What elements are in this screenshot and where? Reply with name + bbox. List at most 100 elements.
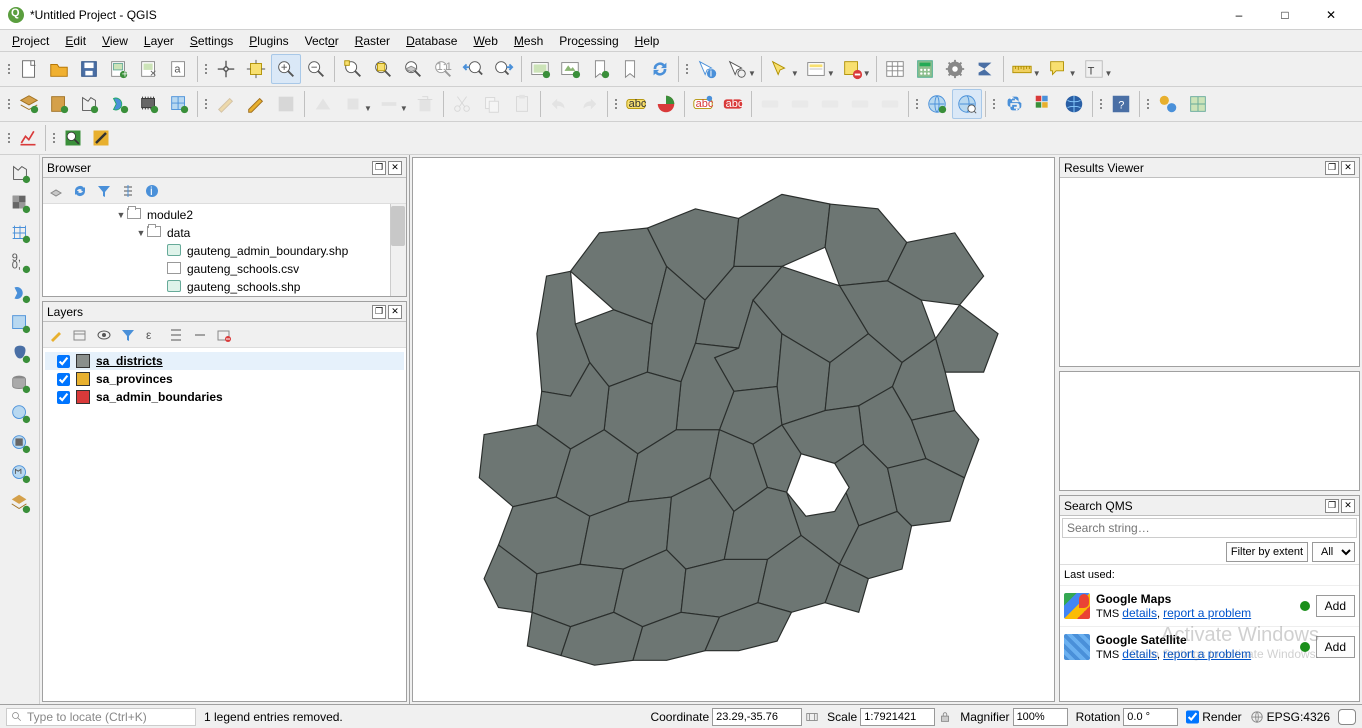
browser-item[interactable]: ▼module2 xyxy=(45,206,404,224)
add-wms-button[interactable] xyxy=(6,399,34,427)
text-annotation-button[interactable]: T xyxy=(1079,54,1109,84)
browser-tree[interactable]: ▼module2▼datagauteng_admin_boundary.shpg… xyxy=(43,204,406,296)
identify-button[interactable]: i xyxy=(692,54,722,84)
browser-item[interactable]: gauteng_schools.csv xyxy=(45,260,404,278)
add-afs-button[interactable] xyxy=(6,489,34,517)
new-spatialite-button[interactable] xyxy=(104,89,134,119)
pan-to-selection-button[interactable] xyxy=(241,54,271,84)
new-project-button[interactable] xyxy=(14,54,44,84)
minimize-button[interactable]: – xyxy=(1216,0,1262,30)
quick-chart-button[interactable] xyxy=(14,124,42,152)
add-virtual-button[interactable] xyxy=(6,309,34,337)
measure-button[interactable] xyxy=(1007,54,1037,84)
add-csv-button[interactable]: 9,0, xyxy=(6,249,34,277)
zoom-in-button[interactable] xyxy=(271,54,301,84)
qms-filter-extent-button[interactable]: Filter by extent xyxy=(1226,542,1308,562)
label-pin-button[interactable]: abc xyxy=(718,89,748,119)
scale-input[interactable] xyxy=(860,708,935,726)
add-postgis-button[interactable] xyxy=(6,339,34,367)
deselect-all-button[interactable] xyxy=(837,54,867,84)
qms-search-input[interactable] xyxy=(1062,518,1357,538)
new-map-view-button[interactable] xyxy=(525,54,555,84)
layers-remove-button[interactable] xyxy=(213,324,235,346)
browser-item[interactable]: gauteng_admin_boundary.shp xyxy=(45,242,404,260)
toggle-editing-button[interactable] xyxy=(241,89,271,119)
open-project-button[interactable] xyxy=(44,54,74,84)
new-3d-view-button[interactable] xyxy=(555,54,585,84)
layers-add-group-button[interactable] xyxy=(69,324,91,346)
add-mssql-button[interactable] xyxy=(6,369,34,397)
new-memory-button[interactable] xyxy=(134,89,164,119)
qms-filter-select[interactable]: All xyxy=(1312,542,1355,562)
layers-tree[interactable]: sa_districtssa_provincessa_admin_boundar… xyxy=(43,348,406,701)
qms-undock-button[interactable]: ❐ xyxy=(1325,499,1339,513)
browser-add-button[interactable] xyxy=(45,180,67,202)
show-bookmarks-button[interactable] xyxy=(615,54,645,84)
locator-input[interactable]: Type to locate (Ctrl+K) xyxy=(6,708,196,726)
menu-layer[interactable]: Layer xyxy=(136,32,182,50)
menu-project[interactable]: Project xyxy=(4,32,57,50)
magnifier-input[interactable] xyxy=(1013,708,1068,726)
close-button[interactable]: ✕ xyxy=(1308,0,1354,30)
zoom-to-layer-button[interactable] xyxy=(398,54,428,84)
open-attribute-table-button[interactable] xyxy=(880,54,910,84)
menu-view[interactable]: View xyxy=(94,32,136,50)
rotation-input[interactable] xyxy=(1123,708,1178,726)
menu-database[interactable]: Database xyxy=(398,32,465,50)
menu-edit[interactable]: Edit xyxy=(57,32,94,50)
layers-collapse-button[interactable] xyxy=(189,324,211,346)
new-print-layout-button[interactable]: + xyxy=(104,54,134,84)
action-button[interactable] xyxy=(722,54,752,84)
label-toolbar-abc-button[interactable]: abc xyxy=(621,89,651,119)
layer-item[interactable]: sa_districts xyxy=(45,352,404,370)
data-source-manager-button[interactable] xyxy=(14,89,44,119)
layers-close-button[interactable]: ✕ xyxy=(388,305,402,319)
zoom-native-button[interactable]: 1:1 xyxy=(428,54,458,84)
python-console-button[interactable] xyxy=(999,89,1029,119)
menu-processing[interactable]: Processing xyxy=(551,32,626,50)
results-undock-button[interactable]: ❐ xyxy=(1325,161,1339,175)
layer-visibility-checkbox[interactable] xyxy=(57,373,70,386)
style-manager-button[interactable]: a xyxy=(164,54,194,84)
browser-item[interactable]: ▼data xyxy=(45,224,404,242)
layers-expression-button[interactable]: ε xyxy=(141,324,163,346)
zoom-out-button[interactable] xyxy=(301,54,331,84)
josm-button[interactable] xyxy=(87,124,115,152)
menu-help[interactable]: Help xyxy=(627,32,668,50)
label-highlight-button[interactable]: abc xyxy=(688,89,718,119)
menu-web[interactable]: Web xyxy=(465,32,505,50)
messages-button[interactable] xyxy=(1338,709,1356,725)
crs-button[interactable]: EPSG:4326 xyxy=(1250,710,1330,724)
field-calculator-button[interactable] xyxy=(910,54,940,84)
zoom-last-button[interactable] xyxy=(458,54,488,84)
pan-button[interactable] xyxy=(211,54,241,84)
new-geopackage-button[interactable] xyxy=(44,89,74,119)
add-wcs-button[interactable] xyxy=(6,429,34,457)
zoom-to-selection-button[interactable] xyxy=(368,54,398,84)
help-button[interactable]: ? xyxy=(1106,89,1136,119)
layer-visibility-checkbox[interactable] xyxy=(57,391,70,404)
browser-refresh-button[interactable] xyxy=(69,180,91,202)
qms-add-button[interactable]: Add xyxy=(1316,595,1355,617)
new-virtual-button[interactable] xyxy=(164,89,194,119)
extents-icon[interactable] xyxy=(805,710,819,724)
layer-visibility-checkbox[interactable] xyxy=(57,355,70,368)
refresh-button[interactable] xyxy=(645,54,675,84)
add-mesh-button[interactable] xyxy=(6,219,34,247)
add-wfs-button[interactable] xyxy=(6,459,34,487)
osm-search-button[interactable] xyxy=(952,89,982,119)
browser-item[interactable]: gauteng_schools.shp xyxy=(45,278,404,296)
plugin-tool-2[interactable] xyxy=(1183,89,1213,119)
maximize-button[interactable]: □ xyxy=(1262,0,1308,30)
quick-osm-button[interactable] xyxy=(59,124,87,152)
layers-visibility-button[interactable] xyxy=(93,324,115,346)
browser-close-button[interactable]: ✕ xyxy=(388,161,402,175)
menu-settings[interactable]: Settings xyxy=(182,32,241,50)
add-raster-button[interactable] xyxy=(6,189,34,217)
osm-download-button[interactable] xyxy=(922,89,952,119)
add-spatialite-button[interactable] xyxy=(6,279,34,307)
browser-properties-button[interactable]: i xyxy=(141,180,163,202)
select-features-button[interactable] xyxy=(765,54,795,84)
layers-style-button[interactable] xyxy=(45,324,67,346)
layer-item[interactable]: sa_admin_boundaries xyxy=(45,388,404,406)
